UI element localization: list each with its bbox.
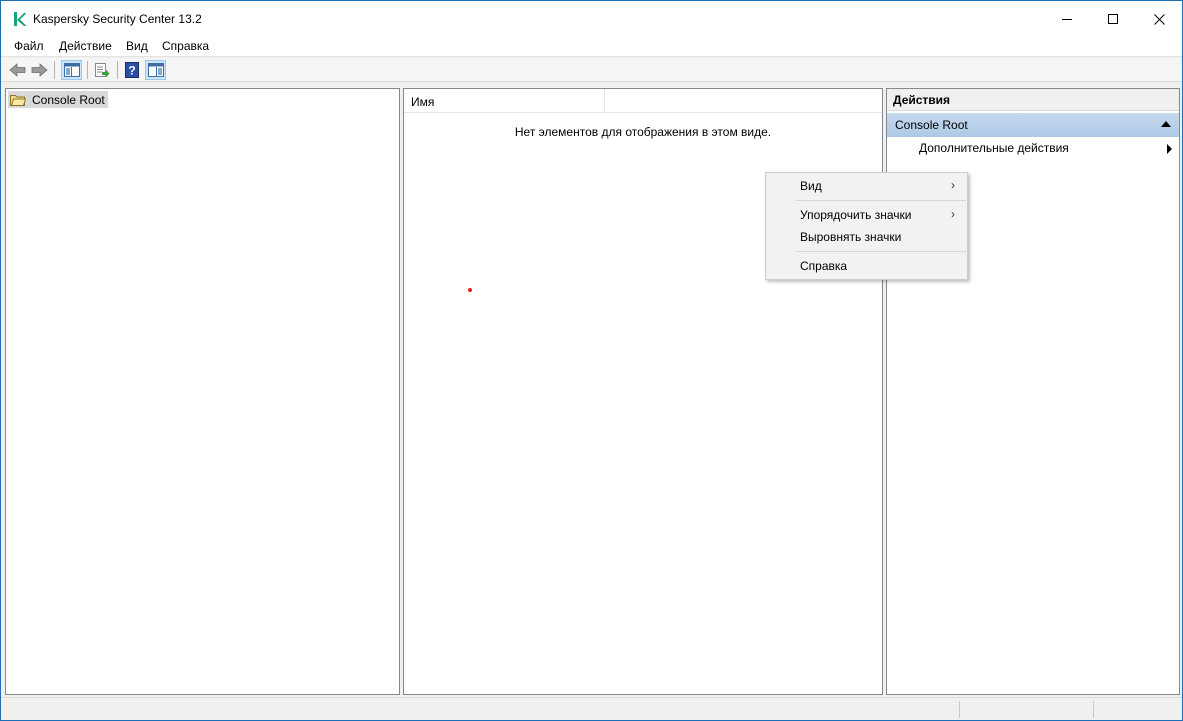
context-menu-separator bbox=[796, 251, 966, 252]
cursor-marker bbox=[468, 288, 472, 292]
actions-section-console-root[interactable]: Console Root bbox=[887, 113, 1179, 137]
submenu-chevron-icon: › bbox=[951, 207, 955, 221]
title-bar[interactable]: Kaspersky Security Center 13.2 bbox=[1, 1, 1182, 37]
maximize-button[interactable] bbox=[1090, 1, 1136, 37]
forward-icon bbox=[31, 63, 48, 77]
folder-icon bbox=[10, 94, 26, 106]
show-hide-console-tree-button[interactable] bbox=[61, 60, 82, 80]
toolbar: ? bbox=[1, 58, 1182, 82]
column-header-name[interactable]: Имя bbox=[404, 89, 605, 113]
menu-bar: Файл Действие Вид Справка bbox=[1, 37, 1182, 57]
menu-help[interactable]: Справка bbox=[162, 39, 209, 53]
export-list-button[interactable] bbox=[91, 60, 112, 80]
empty-view-message: Нет элементов для отображения в этом вид… bbox=[514, 125, 772, 139]
status-bar bbox=[1, 697, 1182, 720]
toolbar-separator bbox=[117, 61, 118, 79]
context-menu-item-arrange-icons[interactable]: Упорядочить значки bbox=[800, 208, 912, 222]
actions-pane-title: Действия bbox=[887, 89, 1179, 111]
console-tree-pane[interactable]: Console Root bbox=[5, 88, 400, 695]
kaspersky-logo-icon bbox=[14, 12, 27, 26]
show-hide-console-tree-icon bbox=[63, 63, 80, 77]
minimize-icon bbox=[1061, 18, 1072, 20]
maximize-icon bbox=[1107, 13, 1118, 24]
toolbar-separator bbox=[87, 61, 88, 79]
context-menu-item-help[interactable]: Справка bbox=[800, 259, 847, 273]
status-bar-separator bbox=[1093, 701, 1094, 718]
menu-file[interactable]: Файл bbox=[14, 39, 44, 53]
help-button[interactable]: ? bbox=[122, 60, 143, 80]
minimize-button[interactable] bbox=[1044, 1, 1090, 37]
forward-button[interactable] bbox=[29, 60, 50, 80]
menu-view[interactable]: Вид bbox=[126, 39, 148, 53]
back-icon bbox=[9, 63, 26, 77]
export-list-icon bbox=[94, 62, 109, 77]
context-menu: Вид › Упорядочить значки › Выровнять зна… bbox=[765, 172, 968, 280]
help-icon: ? bbox=[125, 62, 139, 78]
svg-text:?: ? bbox=[128, 64, 135, 78]
close-icon bbox=[1153, 13, 1165, 25]
main-window: Kaspersky Security Center 13.2 Файл Дейс… bbox=[0, 0, 1183, 721]
context-menu-item-line-up-icons[interactable]: Выровнять значки bbox=[800, 230, 901, 244]
context-menu-separator bbox=[796, 200, 966, 201]
tree-node-label: Console Root bbox=[32, 92, 105, 107]
submenu-chevron-icon: › bbox=[951, 178, 955, 192]
collapse-arrow-icon[interactable] bbox=[1161, 121, 1171, 127]
show-hide-action-pane-button[interactable] bbox=[145, 60, 166, 80]
column-header-row: Имя bbox=[404, 89, 882, 113]
actions-section-title: Console Root bbox=[895, 118, 968, 132]
menu-action[interactable]: Действие bbox=[59, 39, 112, 53]
status-bar-separator bbox=[959, 701, 960, 718]
toolbar-separator bbox=[54, 61, 55, 79]
show-hide-action-pane-icon bbox=[147, 63, 164, 77]
submenu-arrow-icon bbox=[1167, 144, 1172, 154]
context-menu-item-view[interactable]: Вид bbox=[800, 179, 822, 193]
close-button[interactable] bbox=[1136, 1, 1182, 37]
action-more-actions[interactable]: Дополнительные действия bbox=[919, 141, 1069, 155]
tree-node-console-root[interactable]: Console Root bbox=[8, 91, 108, 108]
window-title: Kaspersky Security Center 13.2 bbox=[33, 12, 202, 26]
back-button[interactable] bbox=[7, 60, 28, 80]
